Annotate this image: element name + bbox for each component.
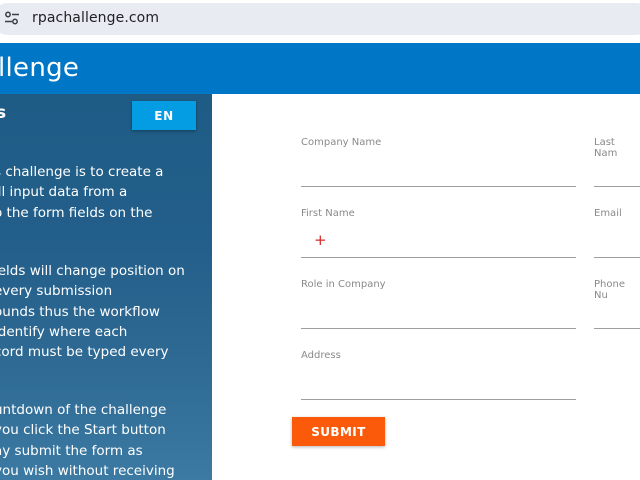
browser-address-bar: rpachallenge.com — [0, 0, 640, 40]
role-in-company-label: Role in Company — [301, 279, 386, 290]
instructions-heading: s — [0, 103, 7, 123]
instructions-line: you wish without receiving — [0, 462, 175, 479]
address-input[interactable] — [301, 376, 576, 400]
company-name-label: Company Name — [301, 137, 382, 148]
instructions-line: you click the Start button — [0, 422, 166, 439]
phone-number-input[interactable] — [594, 305, 640, 329]
url-text[interactable]: rpachallenge.com — [32, 10, 159, 26]
tune-icon[interactable] — [4, 10, 20, 26]
submit-button[interactable]: SUBMIT — [292, 417, 385, 446]
app-header — [0, 43, 640, 94]
instructions-line: s challenge is to create a — [0, 164, 164, 180]
app-title: llenge — [0, 53, 80, 83]
role-in-company-input[interactable] — [301, 305, 576, 329]
phone-number-label: Phone Nu — [594, 279, 625, 301]
instructions-line: identify where each — [0, 323, 128, 340]
first-name-input[interactable] — [301, 234, 576, 258]
last-name-input[interactable] — [594, 163, 640, 187]
language-button[interactable]: EN — [132, 101, 196, 130]
last-name-label: Last Nam — [594, 137, 618, 159]
instructions-line: cord must be typed every — [0, 344, 169, 361]
email-input[interactable] — [594, 234, 640, 258]
email-label: Email — [594, 208, 622, 219]
instructions-line: ields will change position on — [0, 263, 185, 279]
instructions-line: ounds thus the workflow — [0, 303, 160, 320]
instructions-line: ay submit the form as — [0, 442, 143, 459]
mouse-cursor-icon: + — [314, 231, 327, 249]
instructions-paragraph-3: untdown of the challenge you click the S… — [0, 400, 212, 480]
instructions-panel: s EN s challenge is to create a ill inpu… — [0, 94, 212, 480]
company-name-input[interactable] — [301, 163, 576, 187]
instructions-line: every submission — [0, 283, 113, 300]
first-name-label: First Name — [301, 208, 355, 219]
instructions-paragraph-1: s challenge is to create a ill input dat… — [0, 162, 212, 223]
instructions-line: o the form fields on the — [0, 204, 153, 221]
instructions-line: untdown of the challenge — [0, 402, 167, 418]
instructions-line: ill input data from a — [0, 184, 128, 201]
instructions-paragraph-2: ields will change position on every subm… — [0, 261, 212, 362]
address-label: Address — [301, 350, 341, 361]
